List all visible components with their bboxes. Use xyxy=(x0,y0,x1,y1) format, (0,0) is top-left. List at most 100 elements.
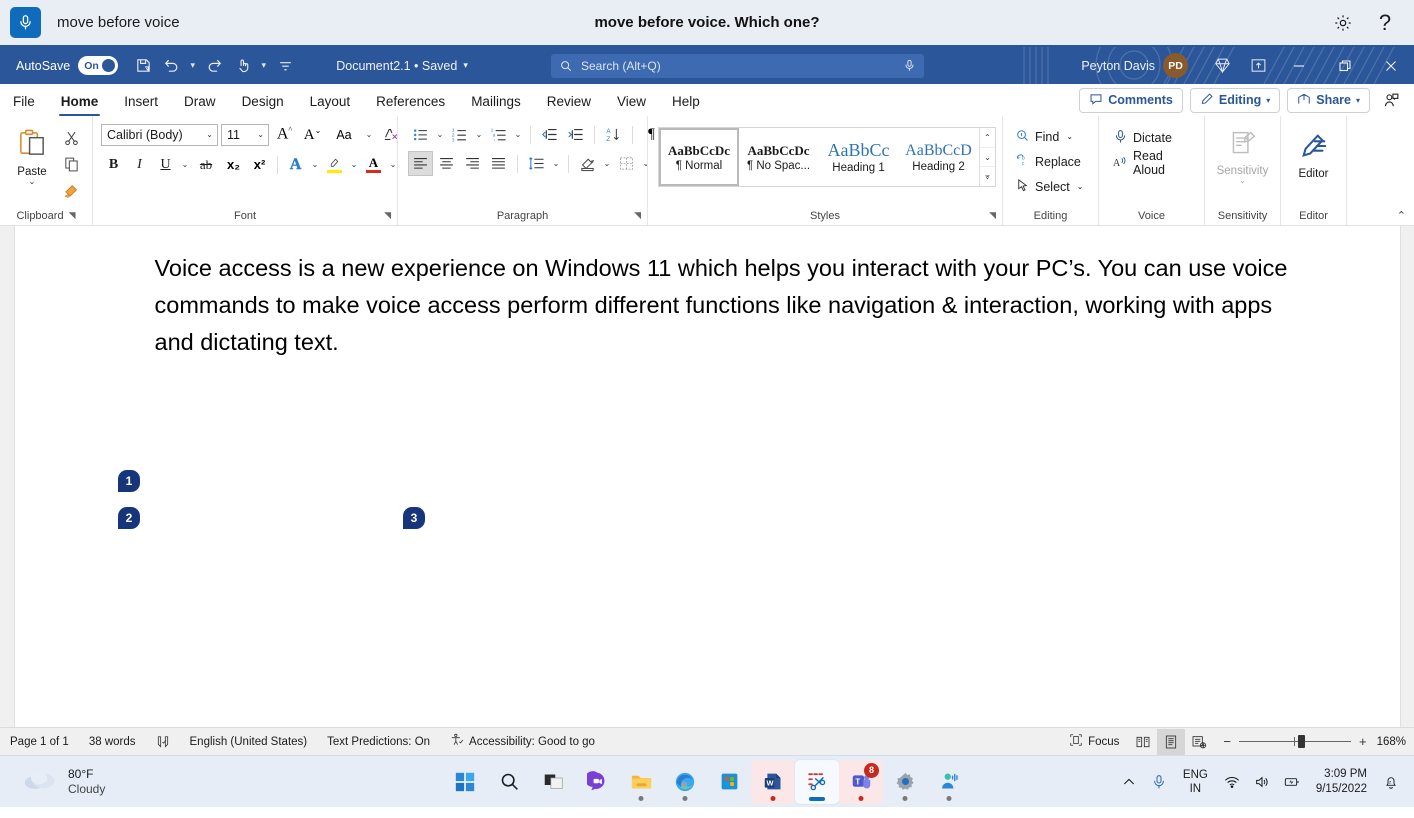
dialog-launcher-icon[interactable]: ◥ xyxy=(989,210,996,221)
word-count[interactable]: 38 words xyxy=(79,728,146,756)
strikethrough-button[interactable]: ab xyxy=(192,152,220,177)
decrease-indent-button[interactable] xyxy=(537,122,562,147)
tab-design[interactable]: Design xyxy=(229,86,297,116)
style-heading-1[interactable]: AaBbCc Heading 1 xyxy=(819,128,899,186)
superscript-button[interactable]: x² xyxy=(247,152,272,177)
align-center-button[interactable] xyxy=(434,151,459,176)
undo-dropdown-icon[interactable]: ▾ xyxy=(186,53,199,79)
bullets-button[interactable] xyxy=(408,122,433,147)
subscript-button[interactable]: x₂ xyxy=(221,152,246,177)
tab-references[interactable]: References xyxy=(363,86,458,116)
print-layout-icon[interactable] xyxy=(1157,729,1185,755)
save-icon[interactable] xyxy=(130,53,156,79)
chevron-up-icon[interactable] xyxy=(1114,762,1144,802)
word-button[interactable]: W xyxy=(751,760,795,804)
text-highlight-button[interactable] xyxy=(322,152,347,177)
italic-button[interactable]: I xyxy=(127,152,152,177)
voice-access-number-badge-1[interactable]: 1 xyxy=(118,470,140,492)
language-indicator[interactable]: ENG IN xyxy=(1174,768,1217,796)
chat-button[interactable] xyxy=(575,760,619,804)
numbering-button[interactable]: 123 xyxy=(447,122,472,147)
tab-home[interactable]: Home xyxy=(48,86,112,116)
font-family-select[interactable]: Calibri (Body) ⌄ xyxy=(101,124,218,146)
styles-more-icon[interactable]: ⩔ xyxy=(980,166,995,186)
paste-button[interactable]: Paste ⌄ xyxy=(5,124,59,186)
microphone-icon[interactable] xyxy=(1144,762,1174,802)
align-left-button[interactable] xyxy=(408,151,433,176)
tab-insert[interactable]: Insert xyxy=(111,86,171,116)
weather-widget[interactable]: 80°F Cloudy xyxy=(0,767,105,797)
select-button[interactable]: Select ⌄ xyxy=(1011,174,1087,199)
chevron-down-icon[interactable]: ⌄ xyxy=(179,152,191,177)
shrink-font-button[interactable]: A⌄ xyxy=(300,122,325,147)
chevron-down-icon[interactable]: ⌄ xyxy=(512,122,524,147)
edge-button[interactable] xyxy=(663,760,707,804)
chevron-down-icon[interactable]: ⌄ xyxy=(309,152,321,177)
gear-icon[interactable] xyxy=(1330,10,1356,36)
find-button[interactable]: Find ⌄ xyxy=(1011,124,1077,149)
underline-button[interactable]: U xyxy=(153,152,178,177)
style-no-spacing[interactable]: AaBbCcDc ¶ No Spac... xyxy=(739,128,819,186)
close-button[interactable] xyxy=(1368,47,1414,84)
zoom-level[interactable]: 168% xyxy=(1377,736,1414,748)
sensitivity-button[interactable]: Sensitivity ⌄ xyxy=(1210,125,1275,185)
tab-layout[interactable]: Layout xyxy=(297,86,364,116)
cut-button[interactable] xyxy=(59,126,84,151)
restore-button[interactable] xyxy=(1322,47,1368,84)
zoom-in-button[interactable]: + xyxy=(1359,734,1367,749)
scroll-down-icon[interactable]: ⌄ xyxy=(980,147,995,167)
grow-font-button[interactable]: A^ xyxy=(272,122,297,147)
clock[interactable]: 3:09 PM 9/15/2022 xyxy=(1307,767,1376,797)
line-spacing-button[interactable] xyxy=(524,151,549,176)
chevron-down-icon[interactable]: ⌄ xyxy=(601,151,613,176)
chevron-down-icon[interactable]: ⌄ xyxy=(29,178,36,186)
page-number[interactable]: Page 1 of 1 xyxy=(0,728,79,756)
dialog-launcher-icon[interactable]: ◥ xyxy=(384,210,391,221)
dialog-launcher-icon[interactable]: ◥ xyxy=(69,210,76,221)
language[interactable]: English (United States) xyxy=(180,728,318,756)
file-explorer-button[interactable] xyxy=(619,760,663,804)
document-name[interactable]: Document2.1 • Saved ▾ xyxy=(336,59,468,73)
justify-button[interactable] xyxy=(486,151,511,176)
focus-button[interactable]: Focus xyxy=(1059,728,1129,756)
document-page[interactable]: Voice access is a new experience on Wind… xyxy=(15,226,1400,727)
tab-help[interactable]: Help xyxy=(659,86,713,116)
font-color-button[interactable]: A xyxy=(361,152,386,177)
editor-button[interactable]: Editor xyxy=(1286,127,1341,180)
collapse-ribbon-icon[interactable]: ⌃ xyxy=(1397,209,1406,222)
wifi-icon[interactable] xyxy=(1217,762,1247,802)
chevron-down-icon[interactable]: ⌄ xyxy=(363,122,375,147)
accessibility-status[interactable]: Accessibility: Good to go xyxy=(440,728,605,756)
avatar[interactable]: PD xyxy=(1163,53,1188,78)
increase-indent-button[interactable] xyxy=(563,122,588,147)
undo-icon[interactable] xyxy=(158,53,184,79)
microphone-icon[interactable] xyxy=(903,59,916,72)
dialog-launcher-icon[interactable]: ◥ xyxy=(634,210,641,221)
chevron-down-icon[interactable]: ⌄ xyxy=(550,151,562,176)
format-painter-button[interactable] xyxy=(59,178,84,203)
teams-button[interactable]: T 8 xyxy=(839,760,883,804)
tab-file[interactable]: File xyxy=(0,86,48,116)
editing-mode-button[interactable]: Editing ▾ xyxy=(1190,88,1280,113)
question-mark-icon[interactable]: ? xyxy=(1372,10,1398,36)
multilevel-list-button[interactable]: 1ai xyxy=(486,122,511,147)
tab-view[interactable]: View xyxy=(604,86,659,116)
start-button[interactable] xyxy=(443,760,487,804)
copy-button[interactable] xyxy=(59,152,84,177)
customize-quick-access-icon[interactable] xyxy=(272,53,298,79)
microsoft-store-button[interactable] xyxy=(707,760,751,804)
voice-access-button[interactable] xyxy=(927,760,971,804)
style-normal[interactable]: AaBbCcDc ¶ Normal xyxy=(659,128,739,186)
touch-mode-dropdown-icon[interactable]: ▾ xyxy=(257,53,270,79)
search-input[interactable]: Search (Alt+Q) xyxy=(581,59,895,73)
chevron-down-icon[interactable]: ⌄ xyxy=(1077,182,1084,191)
proofing-errors-icon[interactable] xyxy=(146,728,180,756)
redo-icon[interactable] xyxy=(201,53,227,79)
chevron-down-icon[interactable]: ⌄ xyxy=(348,152,360,177)
align-right-button[interactable] xyxy=(460,151,485,176)
voice-access-number-badge-2[interactable]: 2 xyxy=(118,507,140,529)
web-layout-icon[interactable] xyxy=(1185,729,1213,755)
zoom-out-button[interactable]: − xyxy=(1223,734,1231,749)
sort-button[interactable]: AZ xyxy=(601,122,626,147)
text-predictions[interactable]: Text Predictions: On xyxy=(317,728,440,756)
